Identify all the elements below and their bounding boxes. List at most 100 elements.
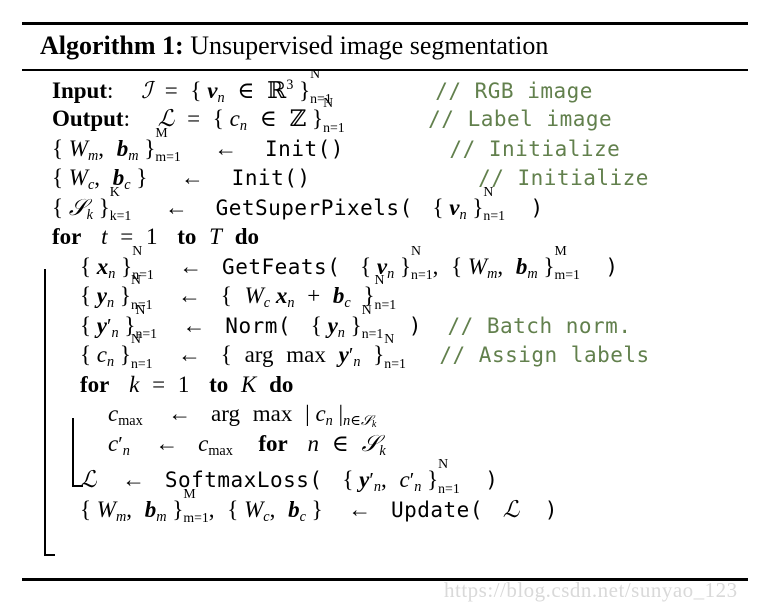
limit-lower-n1: n=1 [323,119,345,135]
lbrace: { [80,496,92,522]
lbrace: { [80,342,92,368]
rbrace: } [119,342,131,368]
lbrace: { [227,496,239,522]
comment-label-image: // Label image [428,107,613,132]
limit-upper-N: N [483,183,494,199]
assignment-arrow: ← [178,283,202,309]
rparen: ) [330,136,344,161]
rbrace: } [543,253,555,279]
rparen: ) [530,195,544,220]
subscript-max: max [208,442,233,459]
subscript-n: n [325,413,333,430]
limit-upper-M: M [183,485,196,501]
subscript-m: m [487,265,498,282]
subscript-n: n [239,118,247,135]
max-operator: max [252,401,293,427]
element-of: ∈ [331,430,349,456]
line-linear-response: { yn } Nn=1 ← { Wc xn + bc } Nn=1 [22,273,748,313]
equals-sign: = [187,106,201,132]
loop-start-1: 1 [146,224,158,250]
plus-sign: + [307,283,321,309]
set-image-symbol: ℐ [141,77,152,104]
comma: , [94,165,101,191]
limit-upper-N: N [132,242,143,258]
scalar-c: c [315,401,326,427]
lparen: ( [327,254,341,279]
line-loss: ℒ ← SoftmaxLoss( { y′n, c′n } Nn=1 ) [22,457,748,497]
superpixel-symbol-S: 𝒮 [360,413,372,430]
lbrace: { [310,312,322,338]
function-init: Init [265,136,318,161]
lbrace: { [220,283,232,309]
subscript-k: k [371,419,377,431]
loop-bound-T: T [209,224,222,250]
limits-m1-M: Mm=1 [155,125,180,163]
matrix-W: W [68,135,88,161]
output-keyword: Output [52,106,124,132]
comma: , [497,253,504,279]
vector-b: b [332,283,345,309]
limit-lower-n1: n=1 [374,296,397,312]
limit-upper-M: M [554,242,567,258]
rbrace: } [119,283,131,309]
limits-n1-N: Nn=1 [438,457,460,495]
line-init-weights-c: { Wc, bc } ← Init() // Initialize [22,165,748,195]
subscript-k: k [379,442,386,459]
for-t-block-bar [44,269,55,556]
limits-m1-M: Mm=1 [183,486,208,524]
subscript-n: n [387,265,395,282]
loop-start-1: 1 [177,371,190,397]
limit-upper-N: N [135,301,146,317]
rparen: ) [605,254,619,279]
lbrace: { [342,467,354,493]
limit-upper-N: N [374,272,385,288]
subscript-c: c [299,508,306,525]
equals-sign: = [164,77,178,103]
subscript-k: k [86,206,93,223]
limit-upper-M: M [155,124,168,140]
for-k-block-bar [72,418,83,487]
colon: : [123,106,130,132]
algorithm-title-text: Unsupervised image segmentation [190,31,549,60]
superpixel-symbol-S: 𝒮 [68,194,87,221]
limits-n1-N: Nn=1 [384,332,406,370]
lbrace: { [432,194,444,220]
subscript-n: n [373,479,381,496]
limit-upper-N: N [130,272,141,288]
rparen: ) [408,313,422,338]
line-update: { Wm, bm } Mm=1, { Wc, bc } ← Update( ℒ ) [22,486,748,527]
bottom-rule [22,578,748,581]
rbrace: } [299,77,311,103]
limit-upper-N: N [361,301,372,317]
limits-k1-K: Kk=1 [110,184,132,222]
lbrace: { [80,312,92,338]
vector-x: x [275,283,288,309]
limit-lower-n1: n=1 [483,208,505,224]
arg-operator: arg [244,342,274,368]
subscript-m: m [128,147,139,164]
limit-lower-n1: n=1 [361,326,384,342]
line-cprime: c′n ← cmax for n ∈ 𝒮k [22,431,748,461]
assignment-arrow: ← [122,467,146,493]
element-of: ∈ [350,413,361,430]
comment-initialize-1: // Initialize [449,136,621,161]
lbrace: { [80,283,92,309]
rbrace: } [98,194,110,220]
vector-b: b [144,496,157,522]
lbrace: { [190,77,202,103]
function-init: Init [231,166,285,191]
to-keyword: to [177,224,197,250]
limit-upper-N: N [411,242,422,258]
subscript-m: m [87,147,99,164]
scalar-c: c [108,401,119,427]
subscript-m: m [156,508,167,525]
abs-bar-left: | [305,401,310,427]
subscript-m: m [527,265,538,282]
matrix-W: W [244,283,264,309]
limit-lower-n1: n=1 [438,480,460,496]
vector-v: v [449,194,460,220]
do-keyword: do [269,371,294,397]
subscript-n: n [217,89,225,106]
rbrace: } [144,135,156,161]
algorithm-title: Algorithm 1: Unsupervised image segmenta… [22,25,748,69]
